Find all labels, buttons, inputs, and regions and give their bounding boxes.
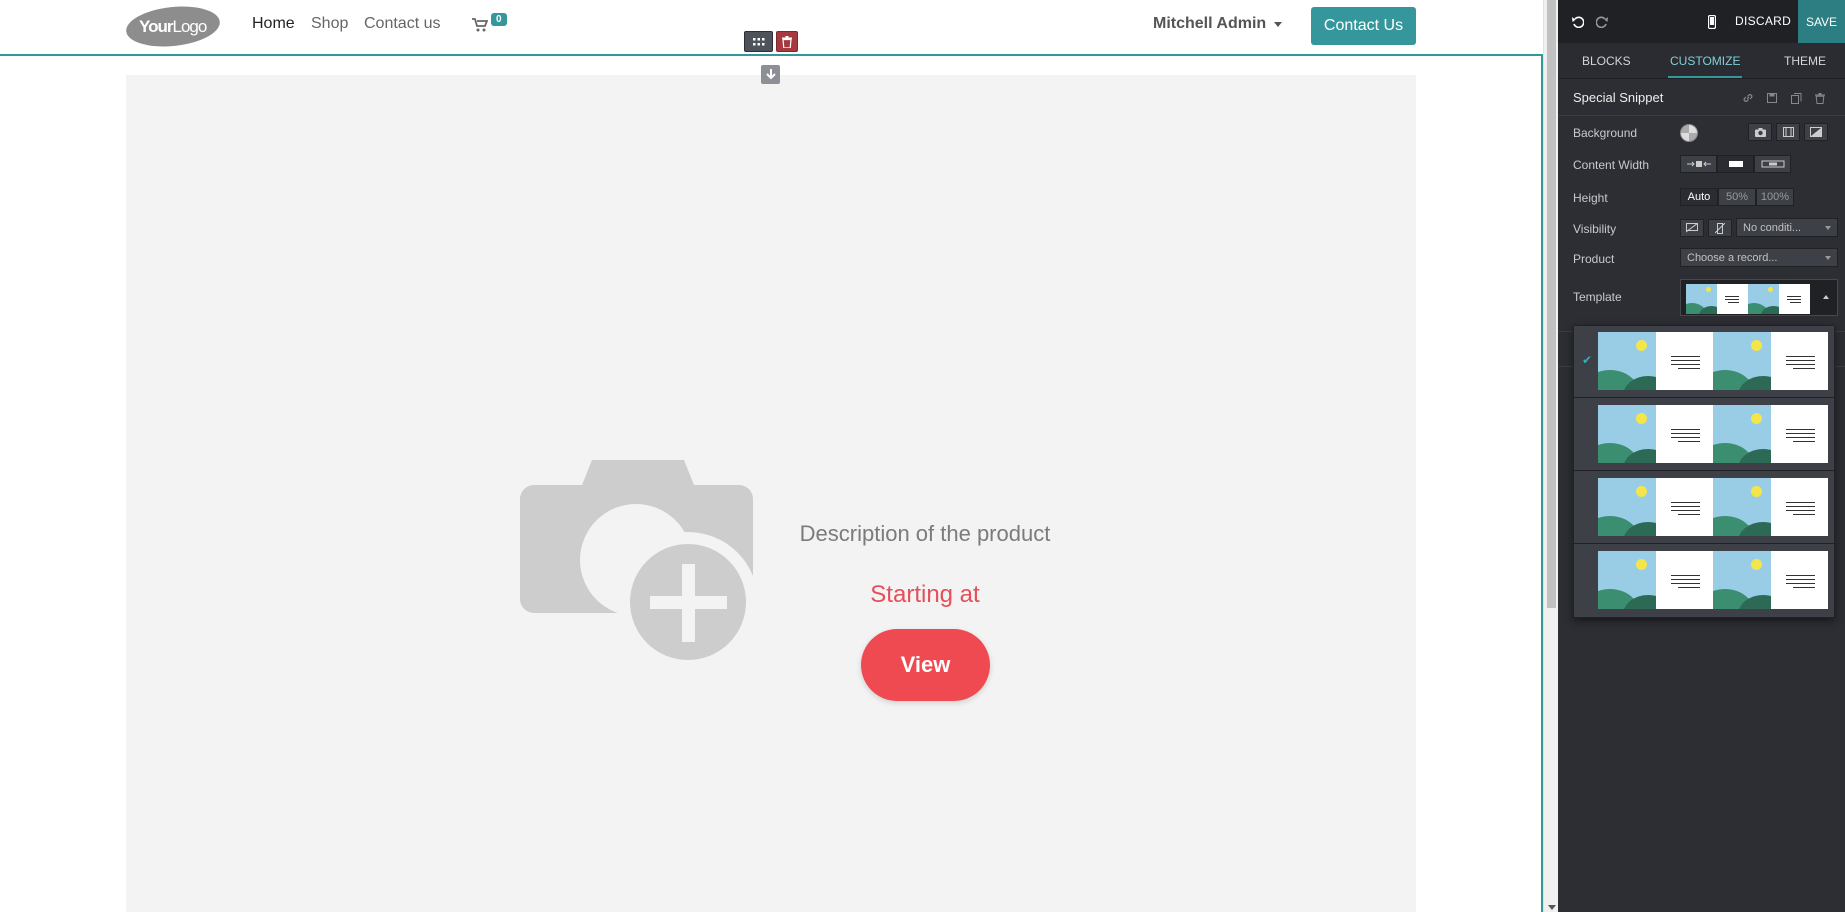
nav-home[interactable]: Home: [252, 15, 295, 33]
background-label: Background: [1573, 126, 1638, 140]
height-100-button[interactable]: 100%: [1756, 188, 1794, 206]
tab-blocks[interactable]: BLOCKS: [1582, 54, 1631, 68]
divider: [1558, 115, 1845, 116]
tab-customize[interactable]: CUSTOMIZE: [1670, 54, 1740, 68]
product-description: Description of the product: [799, 521, 1051, 546]
background-gradient-button[interactable]: [1804, 123, 1828, 141]
template-label: Template: [1573, 290, 1622, 304]
desktop-hidden-icon: [1686, 223, 1698, 233]
grip-icon: [752, 37, 764, 45]
background-video-button[interactable]: [1776, 123, 1800, 141]
special-snippet[interactable]: [126, 75, 1416, 912]
chevron-down-icon: [1825, 256, 1831, 260]
template-option-3[interactable]: [1574, 472, 1834, 544]
film-icon: [1782, 127, 1794, 137]
visibility-label: Visibility: [1573, 222, 1617, 236]
content-width-label: Content Width: [1573, 158, 1650, 172]
trash-icon[interactable]: [1812, 90, 1828, 106]
width-small-button[interactable]: [1680, 155, 1717, 173]
camera-icon: [1754, 127, 1766, 137]
move-snippet-down-button[interactable]: [761, 65, 780, 84]
visibility-condition-value: No conditi...: [1743, 221, 1802, 234]
template-select[interactable]: [1680, 279, 1838, 316]
view-product-button[interactable]: View: [861, 629, 990, 701]
editor-tabs: BLOCKS CUSTOMIZE THEME: [1558, 43, 1845, 79]
snippet-toolbar: [744, 31, 798, 52]
template-thumbnail: [1686, 284, 1811, 314]
save-snippet-icon[interactable]: [1764, 90, 1780, 106]
template-option-2[interactable]: [1574, 399, 1834, 471]
trash-icon: [782, 35, 792, 48]
duplicate-icon[interactable]: [1788, 90, 1804, 106]
gradient-icon: [1810, 127, 1822, 137]
snippet-actions: [1740, 90, 1828, 106]
template-option-4[interactable]: [1574, 545, 1834, 617]
undo-icon[interactable]: [1570, 14, 1586, 30]
product-record-placeholder: Choose a record...: [1687, 251, 1778, 264]
height-auto-button[interactable]: Auto: [1680, 188, 1718, 206]
mobile-preview-icon[interactable]: [1706, 13, 1718, 30]
hide-on-mobile-button[interactable]: [1708, 219, 1732, 237]
editor-topbar: DISCARD SAVE: [1558, 0, 1845, 43]
snippet-title: Special Snippet: [1573, 90, 1664, 105]
cart-icon: [472, 18, 488, 32]
redo-icon[interactable]: [1594, 14, 1610, 30]
user-menu[interactable]: Mitchell Admin: [1153, 15, 1283, 33]
width-narrow-icon: [1686, 161, 1711, 167]
template-preview: [1598, 332, 1828, 390]
website-preview: YourLogo Home Shop Contact us 0 Mitchell…: [0, 0, 1543, 912]
background-color-picker[interactable]: [1680, 124, 1698, 142]
link-icon[interactable]: [1740, 90, 1756, 106]
visibility-condition-select[interactable]: No conditi...: [1736, 218, 1838, 237]
height-50-button[interactable]: 50%: [1718, 188, 1756, 206]
hide-on-desktop-button[interactable]: [1680, 219, 1704, 237]
cart-count-badge: 0: [491, 13, 507, 26]
site-logo[interactable]: YourLogo: [124, 2, 222, 51]
product-price-label: Starting at: [870, 581, 980, 608]
user-name: Mitchell Admin: [1153, 15, 1267, 32]
width-full-button[interactable]: [1754, 155, 1791, 173]
width-full-icon: [1761, 160, 1784, 168]
editor-panel: DISCARD SAVE BLOCKS CUSTOMIZE THEME Spec…: [1558, 0, 1845, 912]
contact-us-button[interactable]: Contact Us: [1311, 7, 1416, 45]
template-preview: [1598, 551, 1828, 609]
logo-text: YourLogo: [139, 16, 207, 36]
nav-contact-us[interactable]: Contact us: [364, 15, 440, 33]
template-preview: [1598, 405, 1828, 463]
nav-shop[interactable]: Shop: [311, 15, 348, 33]
product-label: Product: [1573, 252, 1615, 266]
background-image-button[interactable]: [1748, 123, 1772, 141]
site-scrollbar[interactable]: [1543, 0, 1558, 912]
save-button[interactable]: SAVE: [1798, 0, 1845, 43]
discard-button[interactable]: DISCARD: [1735, 14, 1791, 28]
chevron-down-icon: [1274, 21, 1283, 27]
move-handle[interactable]: [744, 31, 773, 52]
cart-link[interactable]: 0: [472, 13, 512, 38]
scroll-down-arrow-icon[interactable]: [1548, 905, 1556, 910]
template-option-1[interactable]: ✔: [1574, 326, 1834, 398]
chevron-down-icon: [1825, 226, 1831, 230]
width-regular-button[interactable]: [1717, 155, 1754, 173]
template-preview: [1598, 478, 1828, 536]
scrollbar-thumb[interactable]: [1547, 0, 1556, 608]
width-regular-icon: [1728, 161, 1743, 167]
mobile-hidden-icon: [1715, 222, 1725, 234]
arrow-down-icon: [765, 69, 776, 80]
delete-snippet-button[interactable]: [776, 31, 798, 52]
checkmark-icon: ✔: [1582, 353, 1593, 367]
height-label: Height: [1573, 191, 1608, 205]
product-record-select[interactable]: Choose a record...: [1680, 248, 1838, 267]
active-tab-indicator: [1668, 76, 1742, 78]
add-image-camera-icon[interactable]: [520, 460, 760, 670]
template-dropdown-menu: ✔: [1573, 325, 1835, 618]
chevron-up-icon: [1823, 295, 1829, 299]
tab-theme[interactable]: THEME: [1784, 54, 1826, 68]
